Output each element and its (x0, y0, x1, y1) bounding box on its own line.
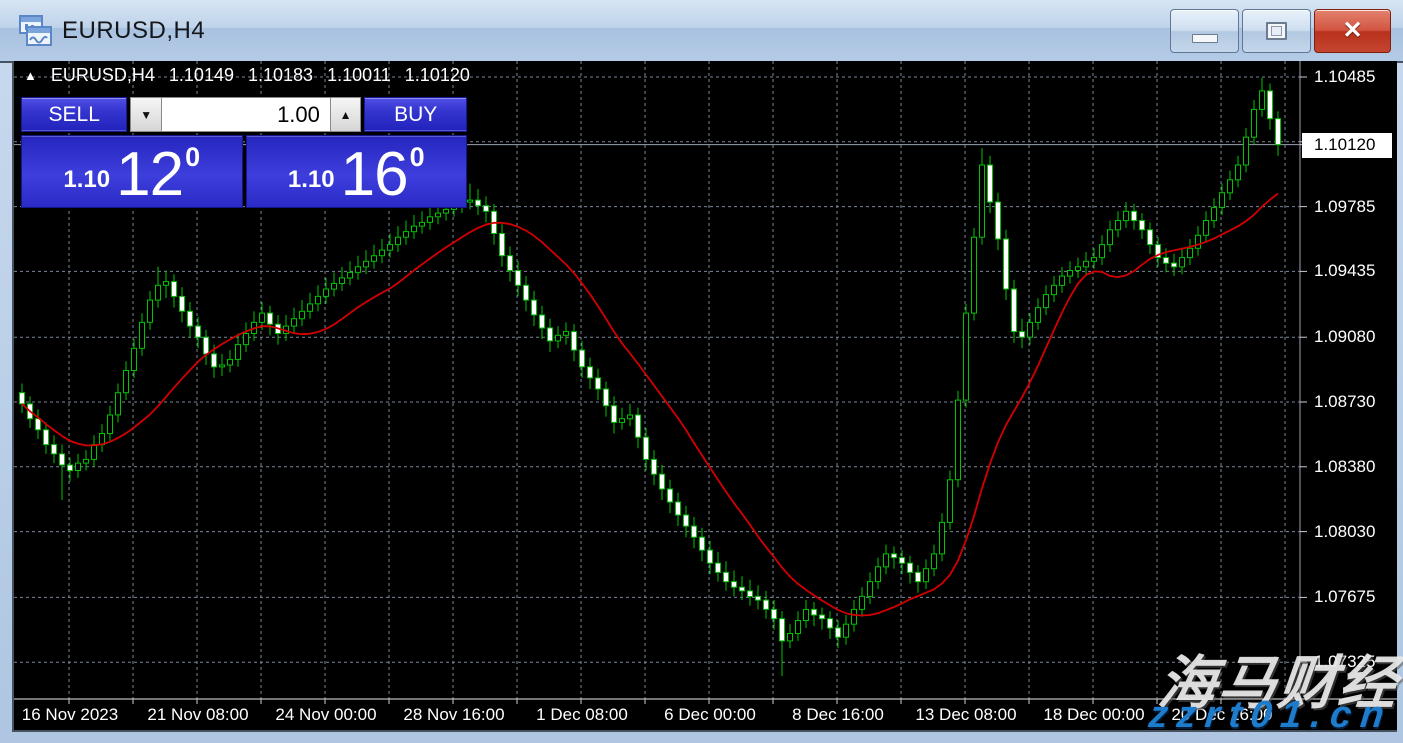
time-axis-label: 16 Nov 2023 (22, 705, 118, 725)
time-axis-label: 13 Dec 08:00 (915, 705, 1016, 725)
buy-price-pips: 16 (341, 150, 408, 201)
price-axis-label: 1.10485 (1314, 67, 1375, 87)
price-axis-label: 1.09435 (1314, 261, 1375, 281)
close-icon: ✕ (1342, 19, 1362, 43)
time-axis-label: 6 Dec 00:00 (664, 705, 756, 725)
lot-dropdown-button[interactable]: ▼ (130, 97, 161, 132)
chart-window: EURUSD,H4 ✕ ▲ EURUSD,H4 1.10149 1.10183 … (0, 0, 1403, 743)
buy-price-prefix: 1.10 (288, 168, 335, 192)
title-bar: EURUSD,H4 ✕ (0, 0, 1403, 63)
sell-price-point: 0 (185, 144, 200, 171)
trade-panel-prices: 1.10 12 0 1.10 16 0 (21, 135, 467, 208)
time-axis-label: 8 Dec 16:00 (792, 705, 884, 725)
price-axis-label: 1.08030 (1314, 522, 1375, 542)
buy-price-point: 0 (410, 144, 425, 171)
ohlc-info-bar: ▲ EURUSD,H4 1.10149 1.10183 1.10011 1.10… (24, 65, 470, 86)
lot-size-input[interactable] (162, 97, 330, 132)
time-axis-label: 18 Dec 00:00 (1043, 705, 1144, 725)
price-axis-label: 1.09785 (1314, 197, 1375, 217)
minimize-button[interactable] (1170, 9, 1239, 53)
time-axis-label: 21 Nov 08:00 (147, 705, 248, 725)
current-bid-price-label: 1.10120 (1302, 133, 1392, 158)
price-axis-label: 1.09080 (1314, 327, 1375, 347)
restore-icon (1266, 22, 1287, 40)
chart-window-icon (18, 15, 52, 47)
price-axis[interactable]: 1.10485 1.09785 1.09435 1.09080 1.08730 1.083… (1298, 61, 1395, 699)
buy-button[interactable]: BUY (364, 97, 467, 132)
price-axis-label: 1.08730 (1314, 392, 1375, 412)
collapse-panel-arrow-icon[interactable]: ▲ (24, 68, 37, 83)
close-button[interactable]: ✕ (1314, 9, 1391, 53)
price-axis-label: 1.07675 (1314, 587, 1375, 607)
one-click-trading-panel: SELL ▼ ▲ BUY 1.10 12 0 1.10 16 0 (21, 97, 467, 208)
sell-price-pips: 12 (116, 150, 183, 201)
minimize-icon (1192, 34, 1218, 43)
sell-price-prefix: 1.10 (63, 168, 110, 192)
lot-increase-button[interactable]: ▲ (330, 97, 361, 132)
price-axis-label: 1.08380 (1314, 457, 1375, 477)
ohlc-open: 1.10149 (169, 65, 234, 86)
chevron-up-icon: ▲ (340, 108, 352, 122)
time-axis-label: 24 Nov 00:00 (275, 705, 376, 725)
ohlc-high: 1.10183 (248, 65, 313, 86)
window-title: EURUSD,H4 (62, 17, 205, 45)
sell-price-panel[interactable]: 1.10 12 0 (21, 135, 243, 208)
ohlc-low: 1.10011 (327, 65, 391, 86)
restore-button[interactable] (1242, 9, 1311, 53)
window-controls: ✕ (1170, 9, 1391, 53)
trade-panel-top-row: SELL ▼ ▲ BUY (21, 97, 467, 132)
ohlc-close: 1.10120 (405, 65, 470, 86)
chevron-down-icon: ▼ (140, 108, 152, 122)
ohlc-symbol: EURUSD,H4 (51, 65, 155, 86)
sell-button[interactable]: SELL (21, 97, 127, 132)
time-axis-label: 1 Dec 08:00 (536, 705, 628, 725)
chart-area[interactable]: ▲ EURUSD,H4 1.10149 1.10183 1.10011 1.10… (12, 61, 1397, 732)
time-axis-label: 28 Nov 16:00 (403, 705, 504, 725)
buy-price-panel[interactable]: 1.10 16 0 (246, 135, 468, 208)
watermark-url-text: zzrt01.cn (1147, 694, 1395, 737)
